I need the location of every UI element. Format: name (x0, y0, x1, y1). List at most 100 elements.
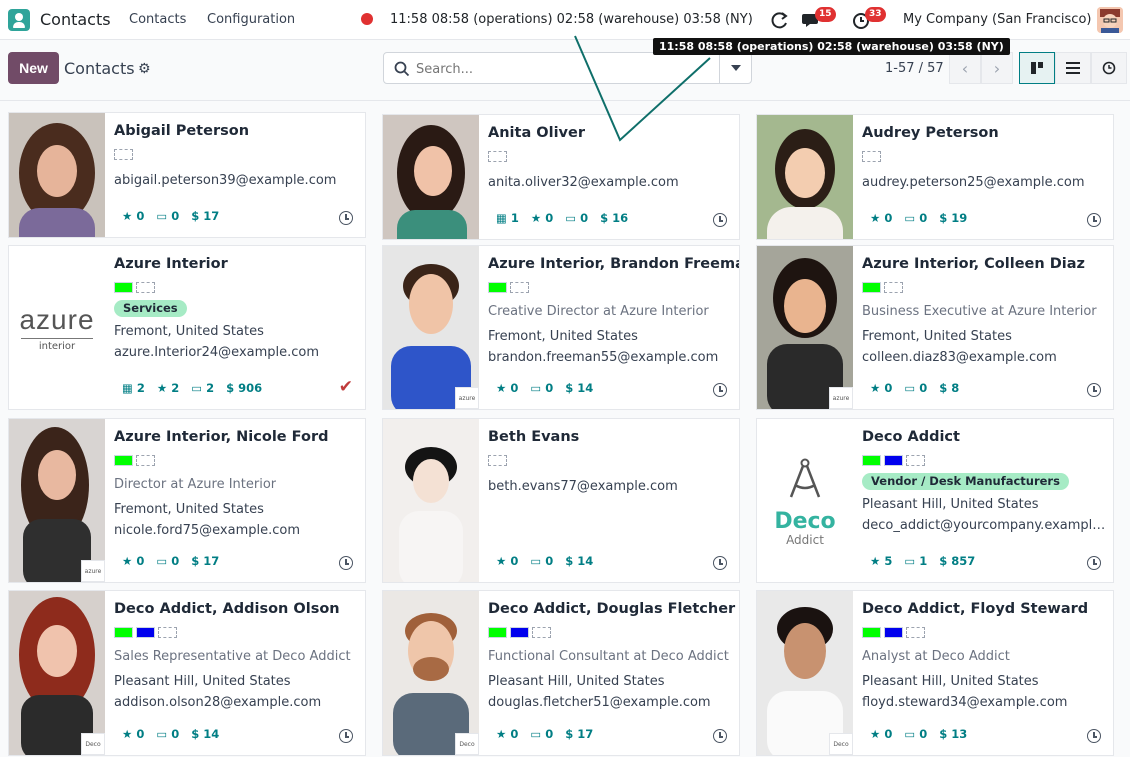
invoices-stat[interactable]: ▭ 0 (156, 209, 179, 223)
user-avatar[interactable] (1097, 7, 1123, 33)
refresh-icon[interactable] (770, 10, 790, 30)
activity-clock-icon[interactable] (339, 729, 353, 743)
activity-clock-icon[interactable] (339, 211, 353, 225)
company-logo[interactable]: Deco Addict (757, 419, 853, 582)
activity-clock-icon[interactable] (339, 556, 353, 570)
activity-clock-icon[interactable] (713, 729, 727, 743)
contact-card[interactable]: azure Azure Interior, Colleen Diaz Busines… (756, 245, 1114, 410)
sales-stat[interactable]: $ 857 (939, 554, 975, 568)
opportunities-stat[interactable]: ★ 5 (870, 554, 892, 568)
activity-clock-icon[interactable] (713, 556, 727, 570)
contact-card[interactable]: azure Azure Interior, Brandon Freeman Crea… (382, 245, 740, 410)
opportunities-stat[interactable]: ★ 0 (531, 211, 553, 225)
opportunities-count: 0 (136, 727, 145, 741)
sales-stat[interactable]: $ 19 (939, 211, 967, 225)
meetings-stat[interactable]: ▦ 1 (496, 211, 519, 225)
activity-clock-icon[interactable] (1087, 729, 1101, 743)
opportunities-stat[interactable]: ★ 0 (496, 727, 518, 741)
list-view-button[interactable] (1055, 52, 1091, 84)
sales-stat[interactable]: $ 906 (226, 381, 262, 395)
invoices-stat[interactable]: ▭ 0 (530, 554, 553, 568)
logo-word: Deco (774, 509, 836, 534)
invoices-stat[interactable]: ▭ 0 (530, 727, 553, 741)
category-tag: Services (114, 300, 187, 317)
opportunities-stat[interactable]: ★ 0 (870, 727, 892, 741)
invoice-icon: ▭ (156, 727, 168, 741)
contact-card[interactable]: Deco Deco Addict, Addison Olson Sales Repr… (8, 590, 366, 756)
contact-card[interactable]: Deco Deco Addict, Floyd Steward Analyst at… (756, 590, 1114, 756)
activity-clock-icon[interactable] (1087, 383, 1101, 397)
world-clock[interactable]: 11:58 08:58 (operations) 02:58 (warehous… (390, 12, 753, 27)
contact-photo[interactable]: Deco (383, 591, 479, 755)
menu-contacts[interactable]: Contacts (129, 12, 186, 27)
opportunities-stat[interactable]: ★ 0 (496, 554, 518, 568)
chevron-right-icon: › (993, 58, 1001, 78)
sales-stat[interactable]: $ 13 (939, 727, 967, 741)
activity-clock-icon[interactable] (1087, 556, 1101, 570)
contact-photo[interactable] (383, 419, 479, 582)
invoices-stat[interactable]: ▭ 0 (904, 727, 927, 741)
contact-photo[interactable]: Deco (757, 591, 853, 755)
contact-card[interactable]: Deco Addict Deco Addict Vendor / Desk Manuf… (756, 418, 1114, 583)
new-button[interactable]: New (8, 52, 59, 84)
contact-card[interactable]: Deco Deco Addict, Douglas Fletcher Functio… (382, 590, 740, 756)
app-name[interactable]: Contacts (40, 10, 111, 29)
invoices-stat[interactable]: ▭ 0 (904, 381, 927, 395)
opportunities-stat[interactable]: ★ 0 (870, 211, 892, 225)
pager-next-button[interactable]: › (981, 52, 1013, 84)
sales-stat[interactable]: $ 14 (565, 381, 593, 395)
contact-photo[interactable] (9, 113, 105, 237)
contact-card[interactable]: Audrey Peterson audrey.peterson25@example… (756, 114, 1114, 240)
contact-photo[interactable] (383, 115, 479, 239)
opportunities-stat[interactable]: ★ 0 (496, 381, 518, 395)
opportunities-stat[interactable]: ★ 0 (122, 209, 144, 223)
company-switcher[interactable]: My Company (San Francisco) (903, 12, 1091, 27)
opportunities-stat[interactable]: ★ 2 (157, 381, 179, 395)
sales-stat[interactable]: $ 16 (600, 211, 628, 225)
contact-card[interactable]: Beth Evans beth.evans77@example.com ★ 0 ▭ 0 $ … (382, 418, 740, 583)
pager-value[interactable]: 1-57 / 57 (885, 61, 944, 76)
contact-card[interactable]: Anita Oliver anita.oliver32@example.com ▦ 1… (382, 114, 740, 240)
opportunities-stat[interactable]: ★ 0 (122, 554, 144, 568)
contact-card[interactable]: Abigail Peterson abigail.peterson39@examp… (8, 112, 366, 238)
gear-icon[interactable]: ⚙ (138, 61, 151, 77)
contact-photo[interactable]: azure (9, 419, 105, 582)
activity-view-button[interactable] (1091, 52, 1127, 84)
sales-stat[interactable]: $ 17 (565, 727, 593, 741)
activity-check-icon[interactable]: ✔ (339, 377, 353, 397)
pager-previous-button[interactable]: ‹ (949, 52, 981, 84)
activity-clock-icon[interactable] (1087, 213, 1101, 227)
activity-clock-icon[interactable] (713, 383, 727, 397)
invoices-stat[interactable]: ▭ 0 (565, 211, 588, 225)
invoices-stat[interactable]: ▭ 1 (904, 554, 927, 568)
company-logo[interactable]: azure interior (9, 246, 105, 409)
contact-photo[interactable]: Deco (9, 591, 105, 755)
contact-photo[interactable] (757, 115, 853, 239)
sales-stat[interactable]: $ 17 (191, 209, 219, 223)
contact-photo[interactable]: azure (383, 246, 479, 409)
invoices-stat[interactable]: ▭ 0 (904, 211, 927, 225)
contact-card[interactable]: azure interior Azure Interior Services Fremo… (8, 245, 366, 410)
sales-stat[interactable]: $ 17 (191, 554, 219, 568)
contacts-app-icon[interactable] (8, 9, 30, 31)
meetings-stat[interactable]: ▦ 2 (122, 381, 145, 395)
recording-indicator-icon[interactable] (361, 13, 373, 25)
sales-stat[interactable]: $ 8 (939, 381, 959, 395)
kanban-view-button[interactable] (1019, 52, 1055, 84)
sales-stat[interactable]: $ 14 (565, 554, 593, 568)
sales-stat[interactable]: $ 14 (191, 727, 219, 741)
invoices-stat[interactable]: ▭ 0 (156, 727, 179, 741)
invoices-stat[interactable]: ▭ 0 (156, 554, 179, 568)
activity-clock-icon[interactable] (713, 213, 727, 227)
opportunities-stat[interactable]: ★ 0 (122, 727, 144, 741)
search-input[interactable] (416, 59, 716, 79)
contact-card[interactable]: azure Azure Interior, Nicole Ford Director… (8, 418, 366, 583)
contact-photo[interactable]: azure (757, 246, 853, 409)
tag-swatch (862, 282, 881, 293)
invoices-stat[interactable]: ▭ 2 (191, 381, 214, 395)
opportunities-stat[interactable]: ★ 0 (870, 381, 892, 395)
search-options-toggle[interactable] (719, 53, 751, 83)
invoices-stat[interactable]: ▭ 0 (530, 381, 553, 395)
menu-configuration[interactable]: Configuration (207, 12, 295, 27)
email: abigail.peterson39@example.com (114, 173, 337, 188)
